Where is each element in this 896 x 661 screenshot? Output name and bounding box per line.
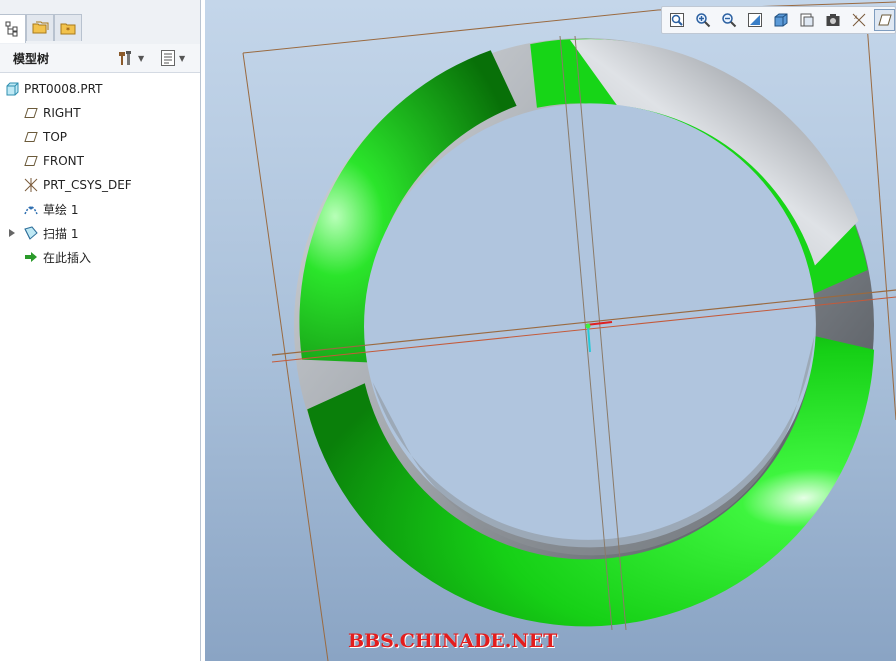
- datum-plane-icon: [23, 153, 39, 169]
- model-tree-panel: * 模型树 ▼ ▼ PRT0008.PRT RIGHT TOP FRONT PR…: [0, 0, 201, 661]
- plane-display-icon: [877, 14, 892, 26]
- tree-item-right[interactable]: RIGHT: [23, 102, 81, 124]
- view-manager-icon: [826, 14, 839, 26]
- sweep-icon: [23, 225, 39, 241]
- tree-settings-button[interactable]: ▼: [117, 48, 144, 68]
- tree-item-sketch[interactable]: 草绘 1: [23, 198, 78, 220]
- model-canvas[interactable]: [205, 0, 896, 661]
- tools-icon: [119, 51, 131, 65]
- tree-item-label: PRT_CSYS_DEF: [43, 178, 132, 192]
- panel-title: 模型树: [13, 52, 50, 66]
- panel-tabs: *: [0, 0, 200, 45]
- tree-item-sweep[interactable]: 扫描 1: [23, 222, 78, 244]
- chevron-down-icon: ▼: [138, 53, 145, 63]
- tree-item-label: FRONT: [43, 154, 84, 168]
- saved-views-button[interactable]: [796, 9, 817, 31]
- plane-display-button[interactable]: [874, 9, 895, 31]
- refit-button[interactable]: [666, 9, 687, 31]
- view-toolbar: x: [661, 6, 896, 34]
- favorites-icon: *: [60, 23, 76, 35]
- list-icon: [161, 50, 175, 66]
- tree-item-label: 草绘 1: [43, 202, 79, 217]
- model-tree-icon: [5, 21, 18, 37]
- svg-text:x: x: [854, 14, 858, 21]
- repaint-icon: [747, 13, 762, 27]
- tree-item-csys[interactable]: PRT_CSYS_DEF: [23, 174, 132, 196]
- tree-item-front[interactable]: FRONT: [23, 150, 84, 172]
- view-manager-button[interactable]: [822, 9, 843, 31]
- tree-item-label: TOP: [43, 130, 68, 144]
- sketch-icon: [23, 201, 39, 217]
- repaint-button[interactable]: [744, 9, 765, 31]
- zoom-out-icon: [721, 13, 736, 28]
- datum-plane-icon: [23, 105, 39, 121]
- saved-views-icon: [800, 13, 813, 27]
- tree-item-label: 在此插入: [43, 250, 92, 265]
- tree-item-label: RIGHT: [43, 106, 81, 120]
- tree-item-insert-here[interactable]: 在此插入: [23, 246, 91, 268]
- part-icon: [4, 81, 20, 97]
- folder-icon: [32, 21, 49, 34]
- insert-here-icon: [23, 249, 39, 265]
- tree-header: 模型树 ▼ ▼: [0, 44, 200, 73]
- zoom-out-button[interactable]: [718, 9, 739, 31]
- tree-item-label: 扫描 1: [43, 226, 79, 241]
- folder-browser-tab[interactable]: [26, 14, 54, 41]
- watermark-text: BBS.CHINADE.NET: [348, 630, 558, 652]
- graphics-viewport[interactable]: [205, 0, 896, 661]
- display-style-icon: [774, 13, 787, 27]
- tree-show-button[interactable]: ▼: [160, 48, 185, 68]
- expand-arrow-icon[interactable]: [9, 229, 15, 237]
- datum-display-button[interactable]: x: [848, 9, 869, 31]
- tree-item-top[interactable]: TOP: [23, 126, 67, 148]
- tree-item-label: PRT0008.PRT: [24, 82, 103, 96]
- datum-display-icon: x: [852, 13, 865, 27]
- datum-plane-icon: [23, 129, 39, 145]
- chevron-down-icon: ▼: [179, 53, 186, 63]
- model-tree-tab[interactable]: [0, 14, 26, 43]
- favorites-tab[interactable]: *: [54, 14, 82, 41]
- tree-item-part[interactable]: PRT0008.PRT: [4, 78, 102, 100]
- svg-text:*: *: [66, 26, 70, 35]
- refit-icon: [669, 13, 684, 27]
- zoom-in-button[interactable]: [692, 9, 713, 31]
- csys-origin: [585, 323, 591, 329]
- display-style-button[interactable]: [770, 9, 791, 31]
- csys-icon: [23, 177, 39, 193]
- zoom-in-icon: [695, 13, 710, 28]
